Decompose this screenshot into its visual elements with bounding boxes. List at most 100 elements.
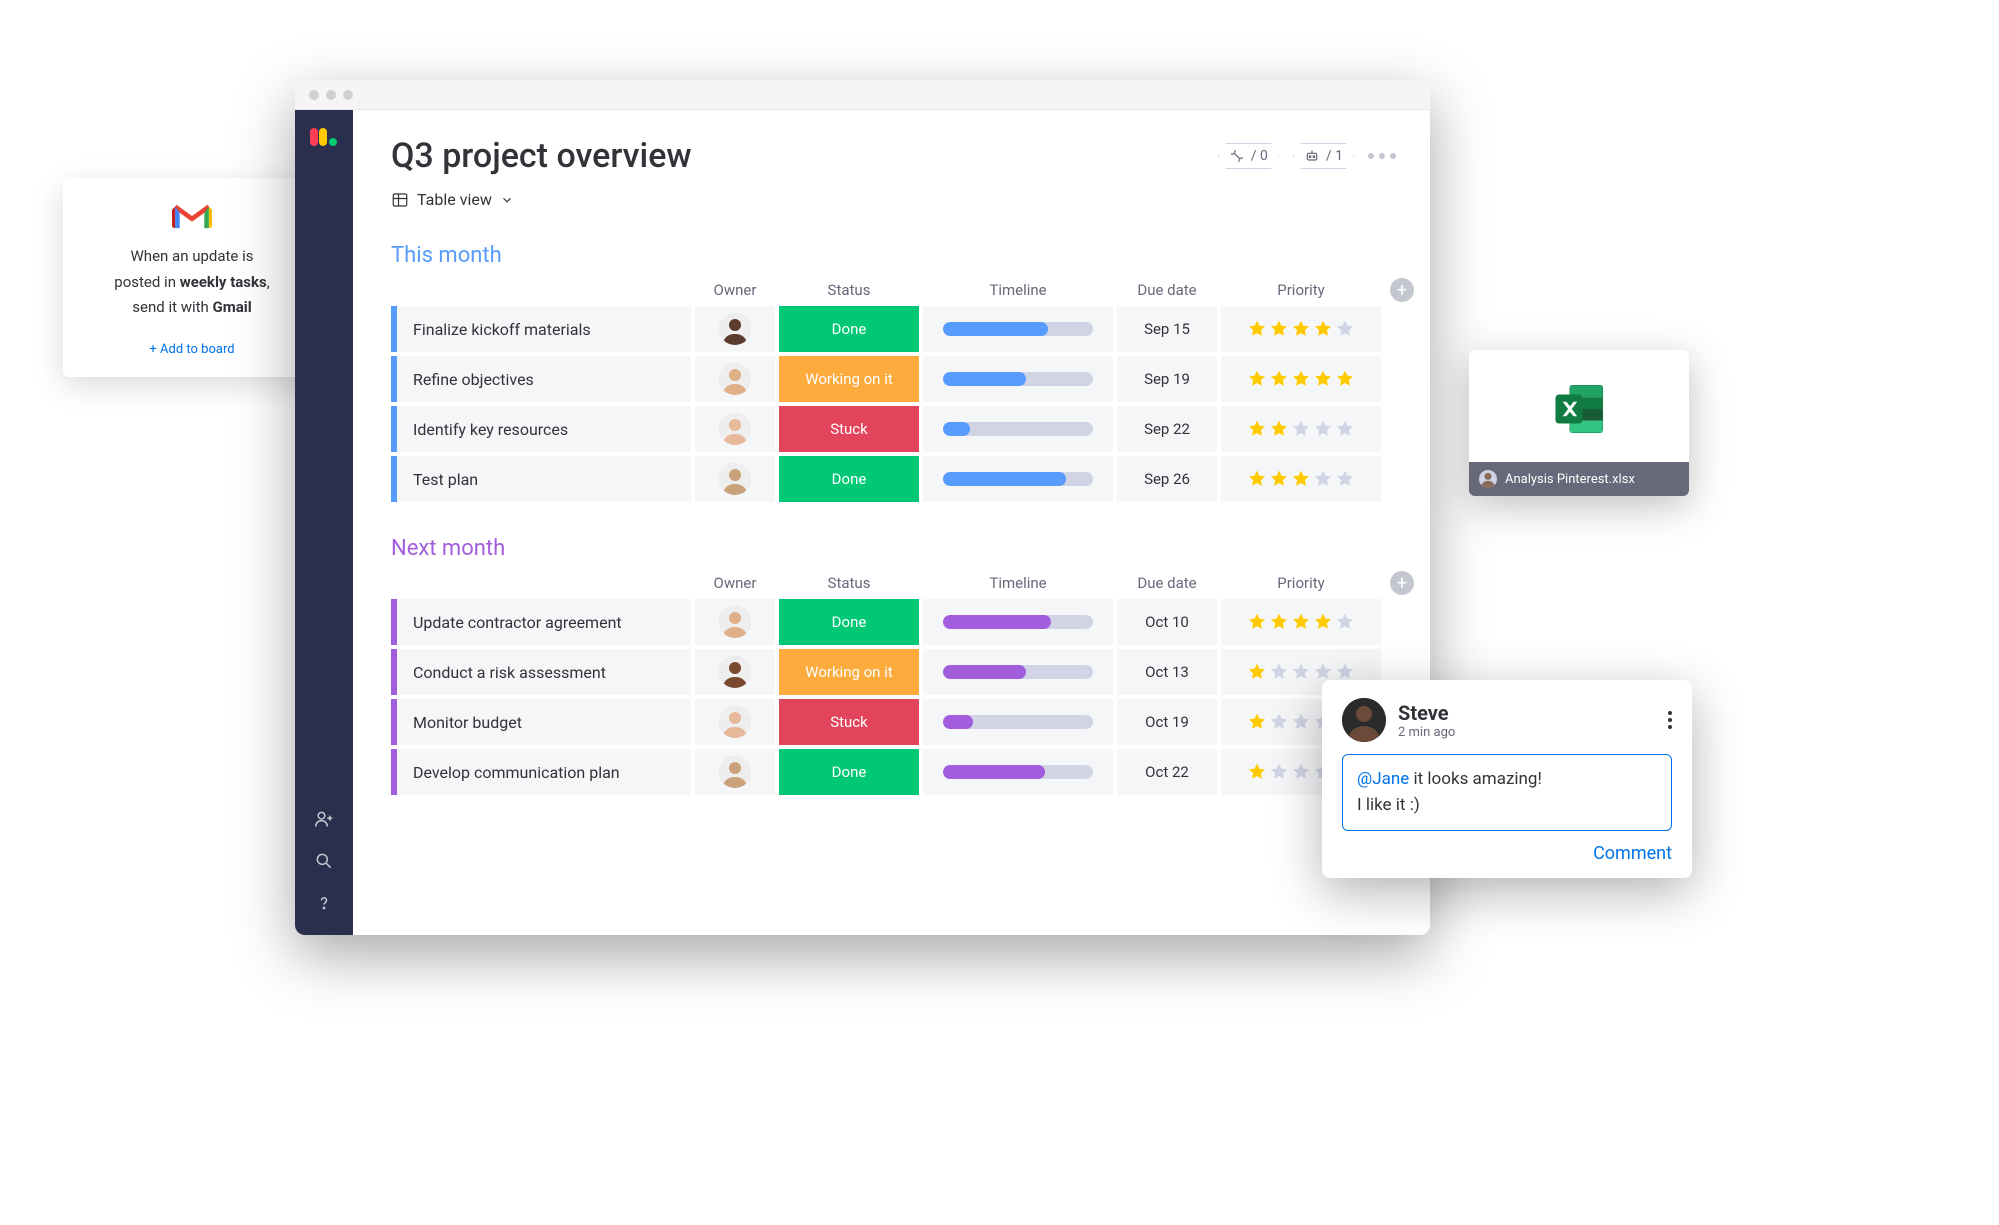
- add-to-board-link[interactable]: + Add to board: [85, 339, 299, 361]
- status-cell[interactable]: Done: [779, 306, 919, 352]
- attachment-owner-avatar: [1479, 470, 1497, 488]
- mention[interactable]: @Jane: [1357, 769, 1409, 789]
- chevron-down-icon: [500, 193, 514, 207]
- priority-cell[interactable]: [1221, 306, 1381, 352]
- column-header[interactable]: Status: [779, 574, 919, 592]
- task-name-cell[interactable]: Identify key resources: [391, 406, 691, 452]
- comment-card: Steve 2 min ago @Jane it looks amazing! …: [1322, 680, 1692, 878]
- board-options-menu[interactable]: [1368, 153, 1396, 159]
- column-header[interactable]: Owner: [695, 574, 775, 592]
- due-date-cell[interactable]: Sep 15: [1117, 306, 1217, 352]
- group-title[interactable]: Next month: [391, 536, 1396, 561]
- task-name-cell[interactable]: Conduct a risk assessment: [391, 649, 691, 695]
- invite-icon[interactable]: [314, 809, 334, 829]
- column-headers: OwnerStatusTimelineDue datePriority+: [391, 278, 1396, 302]
- column-header[interactable]: Timeline: [923, 281, 1113, 299]
- column-header[interactable]: Due date: [1117, 574, 1217, 592]
- status-cell[interactable]: Stuck: [779, 406, 919, 452]
- priority-cell[interactable]: [1221, 356, 1381, 402]
- integrations-pill[interactable]: / 0: [1218, 143, 1279, 169]
- window-close-dot[interactable]: [309, 90, 319, 100]
- excel-attachment-card[interactable]: Analysis Pinterest.xlsx: [1469, 350, 1689, 496]
- window-min-dot[interactable]: [326, 90, 336, 100]
- timeline-cell[interactable]: [923, 306, 1113, 352]
- owner-cell[interactable]: [695, 699, 775, 745]
- help-icon[interactable]: [314, 893, 334, 913]
- task-name-cell[interactable]: Monitor budget: [391, 699, 691, 745]
- owner-avatar: [719, 313, 751, 345]
- table-row: Monitor budget Stuck Oct 19: [391, 699, 1396, 745]
- column-headers: OwnerStatusTimelineDue datePriority+: [391, 571, 1396, 595]
- table-row: Conduct a risk assessment Working on it Oc…: [391, 649, 1396, 695]
- monday-logo-icon[interactable]: [310, 124, 338, 152]
- owner-cell[interactable]: [695, 356, 775, 402]
- window-titlebar: [295, 80, 1430, 110]
- priority-cell[interactable]: [1221, 406, 1381, 452]
- task-name-cell[interactable]: Refine objectives: [391, 356, 691, 402]
- status-cell[interactable]: Done: [779, 456, 919, 502]
- due-date-cell[interactable]: Oct 10: [1117, 599, 1217, 645]
- owner-cell[interactable]: [695, 649, 775, 695]
- board-main: Q3 project overview / 0 / 1 Table view: [353, 110, 1430, 935]
- robot-icon: [1304, 148, 1320, 164]
- timeline-cell[interactable]: [923, 649, 1113, 695]
- attachment-filename: Analysis Pinterest.xlsx: [1505, 472, 1635, 487]
- table-row: Develop communication plan Done Oct 22: [391, 749, 1396, 795]
- comment-submit-button[interactable]: Comment: [1593, 843, 1672, 864]
- status-cell[interactable]: Stuck: [779, 699, 919, 745]
- timeline-cell[interactable]: [923, 356, 1113, 402]
- window-max-dot[interactable]: [343, 90, 353, 100]
- comment-input[interactable]: @Jane it looks amazing! I like it :): [1342, 754, 1672, 831]
- due-date-cell[interactable]: Sep 22: [1117, 406, 1217, 452]
- priority-cell[interactable]: [1221, 456, 1381, 502]
- board-title[interactable]: Q3 project overview: [391, 136, 692, 176]
- priority-cell[interactable]: [1221, 599, 1381, 645]
- table-row: Update contractor agreement Done Oct 10: [391, 599, 1396, 645]
- add-column-button[interactable]: +: [1390, 571, 1414, 595]
- view-switcher[interactable]: Table view: [391, 190, 1396, 209]
- due-date-cell[interactable]: Oct 13: [1117, 649, 1217, 695]
- owner-avatar: [719, 606, 751, 638]
- timeline-cell[interactable]: [923, 699, 1113, 745]
- column-header[interactable]: Priority: [1221, 574, 1381, 592]
- owner-avatar: [719, 656, 751, 688]
- status-cell[interactable]: Done: [779, 599, 919, 645]
- column-header[interactable]: Owner: [695, 281, 775, 299]
- owner-cell[interactable]: [695, 406, 775, 452]
- column-header[interactable]: Priority: [1221, 281, 1381, 299]
- timeline-cell[interactable]: [923, 406, 1113, 452]
- table-row: Finalize kickoff materials Done Sep 15: [391, 306, 1396, 352]
- column-header[interactable]: Status: [779, 281, 919, 299]
- due-date-cell[interactable]: Oct 22: [1117, 749, 1217, 795]
- due-date-cell[interactable]: Sep 26: [1117, 456, 1217, 502]
- owner-cell[interactable]: [695, 749, 775, 795]
- status-cell[interactable]: Working on it: [779, 356, 919, 402]
- owner-cell[interactable]: [695, 599, 775, 645]
- comment-options-menu[interactable]: [1668, 711, 1672, 729]
- owner-cell[interactable]: [695, 456, 775, 502]
- group-title[interactable]: This month: [391, 243, 1396, 268]
- due-date-cell[interactable]: Oct 19: [1117, 699, 1217, 745]
- owner-cell[interactable]: [695, 306, 775, 352]
- table-icon: [391, 191, 409, 209]
- status-cell[interactable]: Working on it: [779, 649, 919, 695]
- comment-avatar: [1342, 698, 1386, 742]
- sidebar: [295, 110, 353, 935]
- status-cell[interactable]: Done: [779, 749, 919, 795]
- search-icon[interactable]: [314, 851, 334, 871]
- due-date-cell[interactable]: Sep 19: [1117, 356, 1217, 402]
- column-header[interactable]: Due date: [1117, 281, 1217, 299]
- add-column-button[interactable]: +: [1390, 278, 1414, 302]
- timeline-cell[interactable]: [923, 456, 1113, 502]
- timeline-cell[interactable]: [923, 749, 1113, 795]
- gmail-text-line3: send it with Gmail: [85, 295, 299, 321]
- task-name-cell[interactable]: Test plan: [391, 456, 691, 502]
- gmail-icon: [172, 202, 212, 232]
- group: This month OwnerStatusTimelineDue datePri…: [391, 243, 1396, 502]
- task-name-cell[interactable]: Develop communication plan: [391, 749, 691, 795]
- task-name-cell[interactable]: Finalize kickoff materials: [391, 306, 691, 352]
- column-header[interactable]: Timeline: [923, 574, 1113, 592]
- timeline-cell[interactable]: [923, 599, 1113, 645]
- automations-pill[interactable]: / 1: [1293, 143, 1354, 169]
- task-name-cell[interactable]: Update contractor agreement: [391, 599, 691, 645]
